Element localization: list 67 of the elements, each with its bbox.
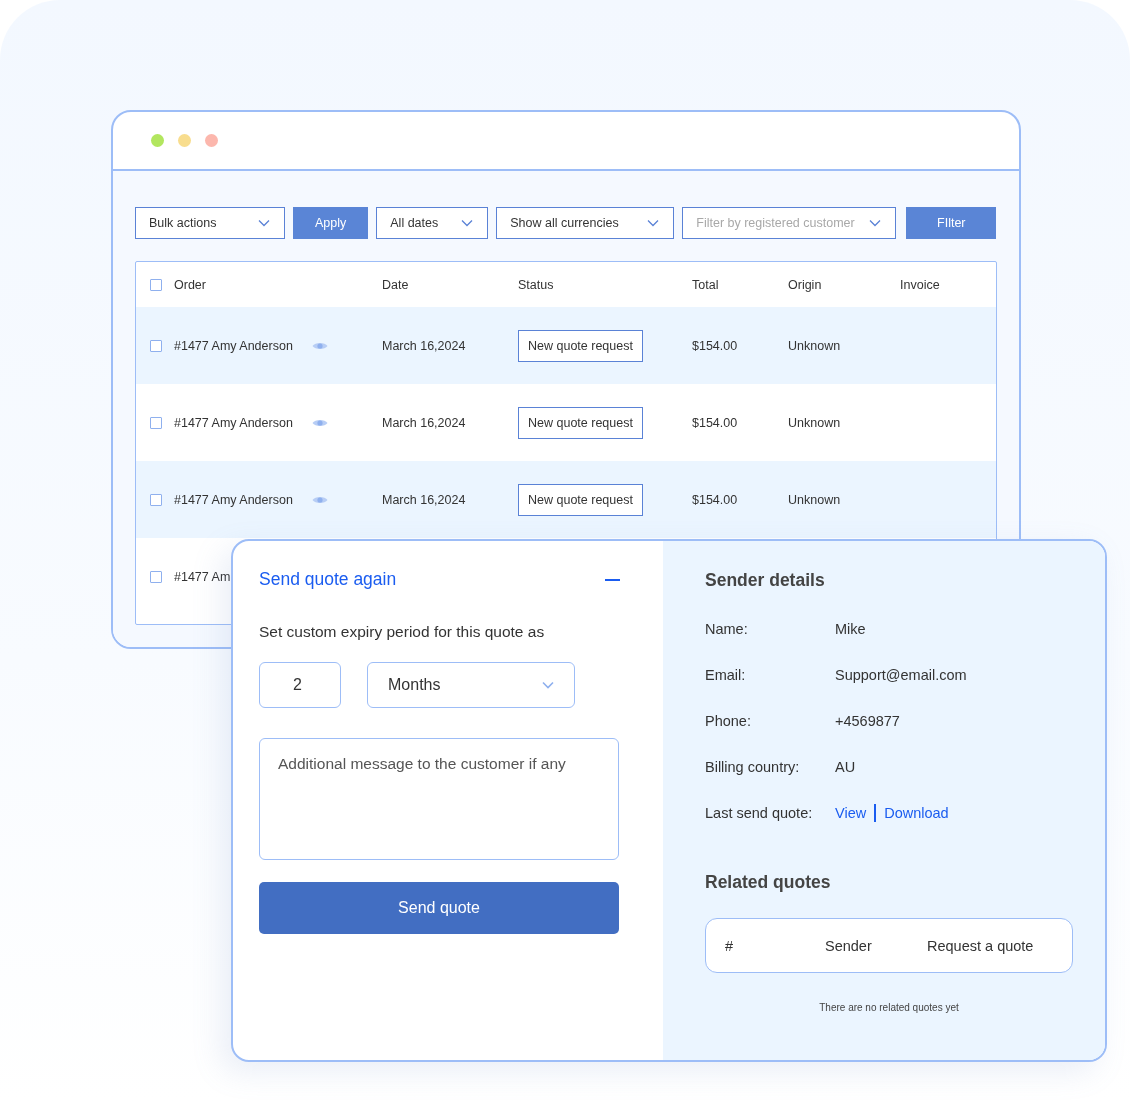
column-header: Origin (788, 277, 823, 292)
status-badge: New quote request (518, 329, 643, 362)
window-control-icon[interactable] (205, 134, 218, 147)
table-cell-text: March 16,2024 (382, 492, 467, 507)
field-value: +4569877 (835, 712, 900, 729)
table-cell-text: $154.00 (692, 415, 739, 430)
table-cell: #1477 Amy Anderson (174, 492, 293, 507)
column-header: Status (518, 277, 555, 292)
field-label: Last send quote: (705, 804, 814, 821)
field-label: Name: (705, 620, 749, 637)
dropdown[interactable]: All dates (376, 207, 489, 239)
table-cell-text: Unknown (788, 338, 842, 353)
send-quote-button[interactable]: Send quote (259, 882, 619, 934)
field-label: Billing country: (705, 758, 801, 775)
field-label: Email: (705, 666, 747, 683)
column-header: Sender (825, 937, 873, 954)
table-cell-text: Unknown (788, 492, 842, 507)
table-cell: #1477 Amy Anderson (174, 415, 293, 430)
checkbox[interactable] (150, 493, 162, 506)
column-header: Date (382, 277, 410, 292)
table-cell-text: March 16,2024 (382, 415, 467, 430)
button[interactable]: FIlter (906, 207, 997, 239)
dropdown[interactable]: Bulk actions (135, 207, 285, 239)
section-title: Related quotes (705, 872, 832, 893)
link[interactable]: View (835, 804, 867, 821)
field-value: Mike (835, 620, 866, 637)
message-field[interactable]: Additional message to the customer if any (259, 738, 619, 860)
window-control-icon[interactable] (178, 134, 191, 147)
chevron-down-icon (258, 219, 270, 227)
empty-message: There are no related quotes yet (818, 1002, 960, 1013)
field-value: AU (835, 758, 856, 775)
dialog-title: Send quote again (259, 569, 397, 590)
table-cell-text: Unknown (788, 415, 842, 430)
chevron-down-icon (647, 219, 660, 227)
number-field[interactable]: 2 (259, 662, 341, 708)
collapse-icon[interactable] (605, 578, 620, 581)
field-label: Phone: (705, 712, 752, 729)
checkbox[interactable] (150, 416, 162, 429)
chevron-down-icon (869, 219, 882, 227)
table-cell-text: $154.00 (692, 492, 739, 507)
field-value: Support@email.com (835, 666, 967, 683)
column-header: Order (174, 277, 207, 292)
table-cell: #1477 Am (174, 569, 231, 584)
eye-icon[interactable] (311, 417, 328, 428)
expiry-label: Set custom expiry period for this quote as (259, 623, 546, 641)
eye-icon[interactable] (311, 494, 328, 505)
column-header: # (725, 937, 735, 954)
status-badge: New quote request (518, 406, 643, 439)
table-cell-text: March 16,2024 (382, 338, 467, 353)
status-badge: New quote request (518, 483, 643, 516)
unit-dropdown[interactable]: Months (367, 662, 575, 708)
eye-icon[interactable] (311, 340, 328, 351)
column-header: Total (692, 277, 720, 292)
column-header: Invoice (900, 277, 941, 292)
checkbox[interactable] (150, 339, 162, 352)
table-cell: #1477 Amy Anderson (174, 338, 293, 353)
table-cell-text: $154.00 (692, 338, 739, 353)
column-header: Request a quote (927, 937, 1035, 954)
button[interactable]: Apply (293, 207, 369, 239)
checkbox[interactable] (150, 570, 162, 583)
chevron-down-icon (542, 681, 554, 689)
chevron-down-icon (461, 219, 474, 227)
section-title: Sender details (705, 570, 826, 591)
dropdown[interactable]: Show all currencies (496, 207, 675, 239)
checkbox[interactable] (150, 278, 162, 291)
link[interactable]: Download (884, 804, 949, 821)
window-control-icon[interactable] (151, 134, 164, 147)
